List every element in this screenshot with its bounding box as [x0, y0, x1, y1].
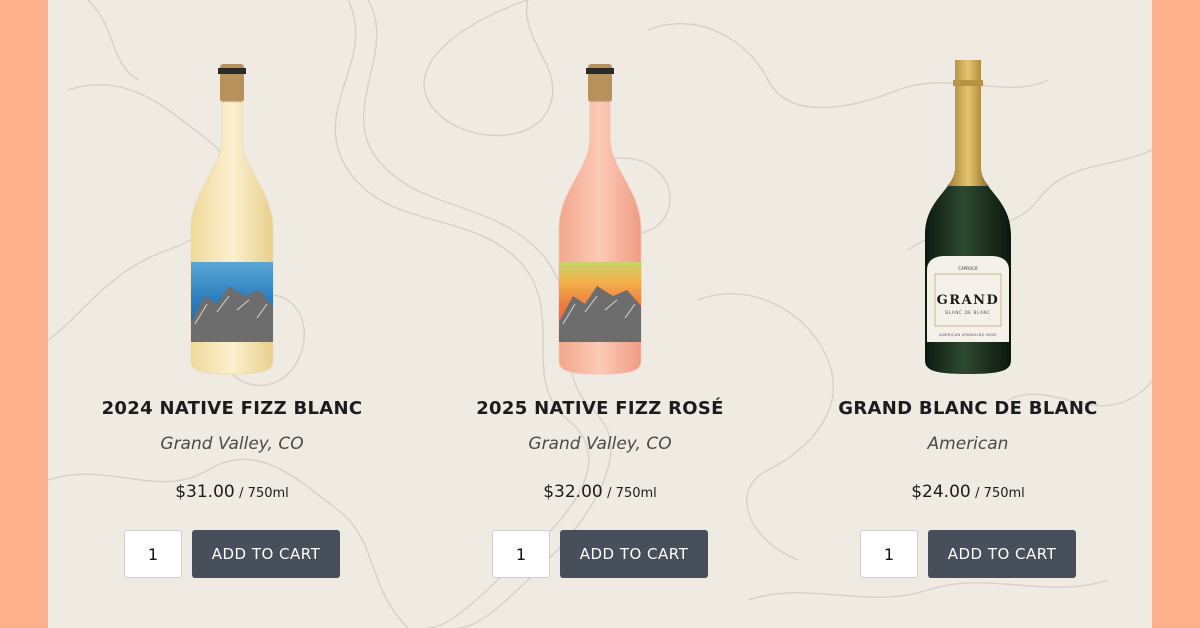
price-line: $32.00 / 750ml	[416, 482, 784, 502]
buy-row: ADD TO CART	[784, 530, 1152, 578]
add-to-cart-button[interactable]: ADD TO CART	[192, 530, 340, 578]
product-region: American	[927, 434, 1009, 454]
product-card-native-fizz-rose: 2025 NATIVE FIZZ ROSÉ Grand Valley, CO $…	[416, 0, 784, 628]
bottle-image-native-fizz-blanc[interactable]	[177, 60, 287, 376]
product-name[interactable]: 2025 NATIVE FIZZ ROSÉ	[416, 398, 784, 419]
label-subtitle-text: BLANC DE BLANC	[945, 310, 990, 315]
quantity-input[interactable]	[860, 530, 918, 578]
product-card-grand-blanc-de-blanc: CAPROCK GRAND BLANC DE BLANC AMERICAN SP…	[784, 0, 1152, 628]
product-price: $31.00	[175, 482, 235, 502]
bottle-image-grand-blanc-de-blanc[interactable]: CAPROCK GRAND BLANC DE BLANC AMERICAN SP…	[913, 60, 1023, 376]
buy-row: ADD TO CART	[48, 530, 416, 578]
price-separator: /	[975, 486, 984, 501]
buy-row: ADD TO CART	[416, 530, 784, 578]
price-separator: /	[607, 486, 616, 501]
product-name[interactable]: 2024 NATIVE FIZZ BLANC	[48, 398, 416, 419]
quantity-input[interactable]	[492, 530, 550, 578]
product-region: Grand Valley, CO	[160, 434, 304, 454]
product-grid-background: 2024 NATIVE FIZZ BLANC Grand Valley, CO …	[48, 0, 1152, 628]
label-footer-text: AMERICAN SPARKLING WINE	[939, 333, 997, 337]
add-to-cart-button[interactable]: ADD TO CART	[928, 530, 1076, 578]
product-card-native-fizz-blanc: 2024 NATIVE FIZZ BLANC Grand Valley, CO …	[48, 0, 416, 628]
price-separator: /	[239, 486, 248, 501]
product-name[interactable]: GRAND BLANC DE BLANC	[784, 398, 1152, 419]
label-brand-text: CAPROCK	[958, 266, 978, 271]
product-price: $32.00	[543, 482, 603, 502]
add-to-cart-button[interactable]: ADD TO CART	[560, 530, 708, 578]
product-volume: 750ml	[247, 486, 289, 501]
product-volume: 750ml	[983, 486, 1025, 501]
bottle-image-native-fizz-rose[interactable]	[545, 60, 655, 376]
quantity-input[interactable]	[124, 530, 182, 578]
price-line: $31.00 / 750ml	[48, 482, 416, 502]
product-region: Grand Valley, CO	[528, 434, 672, 454]
label-title-text: GRAND	[937, 293, 1000, 308]
product-volume: 750ml	[615, 486, 657, 501]
product-price: $24.00	[911, 482, 971, 502]
price-line: $24.00 / 750ml	[784, 482, 1152, 502]
